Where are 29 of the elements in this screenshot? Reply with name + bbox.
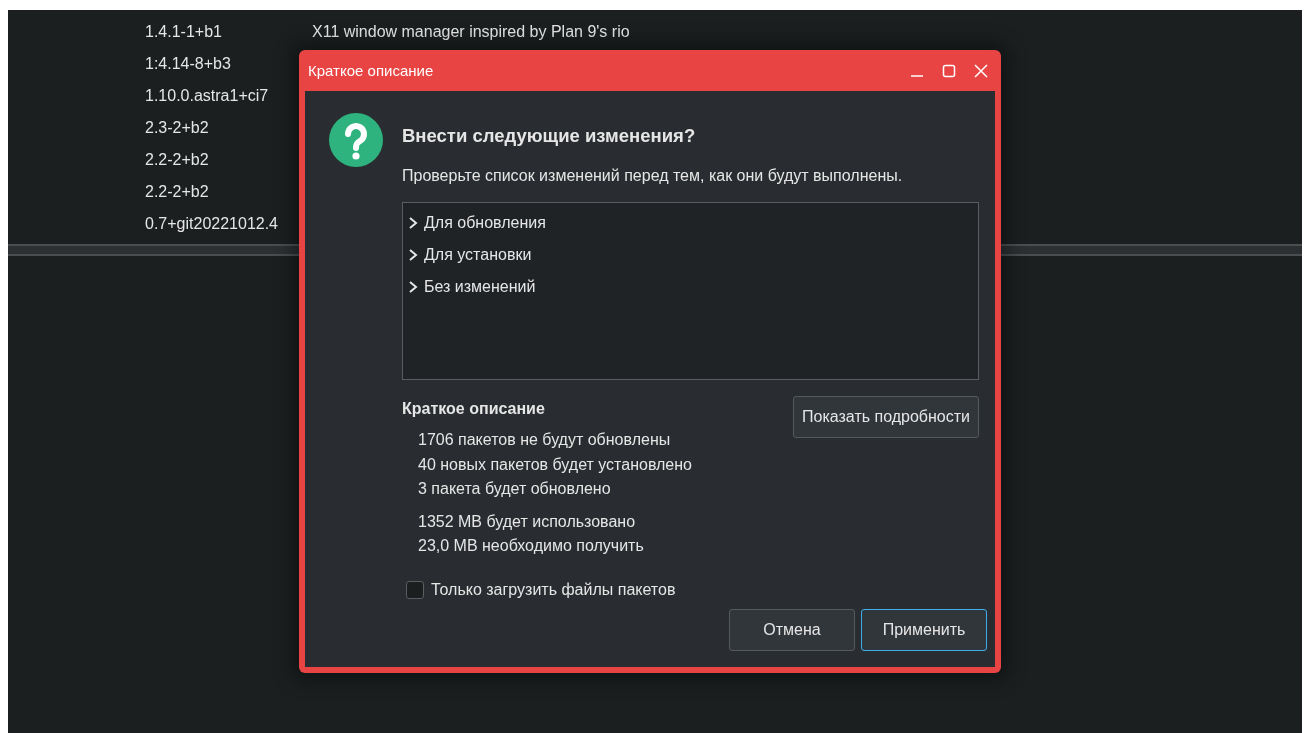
details-button[interactable]: Показать подробности <box>793 396 979 438</box>
version-text: 1:4.14-8+b3 <box>145 55 232 73</box>
description-text: X11 window manager inspired by Plan 9's rio <box>312 23 631 41</box>
dialog-button[interactable]: Применить <box>861 609 987 651</box>
minimize-icon <box>910 75 924 77</box>
version-text: 1.10.0.astra1+ci7 <box>145 87 270 105</box>
version-text: 2.2-2+b2 <box>145 151 210 169</box>
tree-item[interactable]: Для установки <box>407 239 978 271</box>
maximize-icon <box>942 63 956 78</box>
dialog-button[interactable]: Отмена <box>729 609 855 651</box>
close-icon <box>974 63 988 78</box>
window-title: Краткое описание <box>308 62 434 79</box>
tree-item[interactable]: Для обновления <box>407 207 978 239</box>
summary-line: 3 пакета будет обновлено <box>418 479 612 499</box>
checkbox[interactable] <box>406 580 424 599</box>
summary-line: 23,0 MB необходимо получить <box>418 536 645 556</box>
summary-line: 1352 MB будет использовано <box>418 511 637 532</box>
summary-line: 40 новых пакетов будет установлено <box>418 454 692 475</box>
dialog-subtitle: Проверьте список изменений перед тем, как они будут выполнены. <box>402 167 904 185</box>
version-text: 2.3-2+b2 <box>145 119 210 137</box>
summary-line: 1706 пакетов не будут обновлены <box>418 430 672 450</box>
question-icon <box>329 113 383 167</box>
version-text: 1.4.1-1+b1 <box>145 23 223 41</box>
version-text: 2.2-2+b2 <box>145 183 210 201</box>
summary-title: Краткое описание <box>402 400 546 418</box>
version-text: 0.7+git20221012.4 <box>145 215 279 233</box>
checkbox-label: Только загрузить файлы пакетов <box>431 580 676 599</box>
tree-item[interactable]: Без изменений <box>407 271 978 303</box>
dialog-heading: Внести следующие изменения? <box>402 125 697 147</box>
